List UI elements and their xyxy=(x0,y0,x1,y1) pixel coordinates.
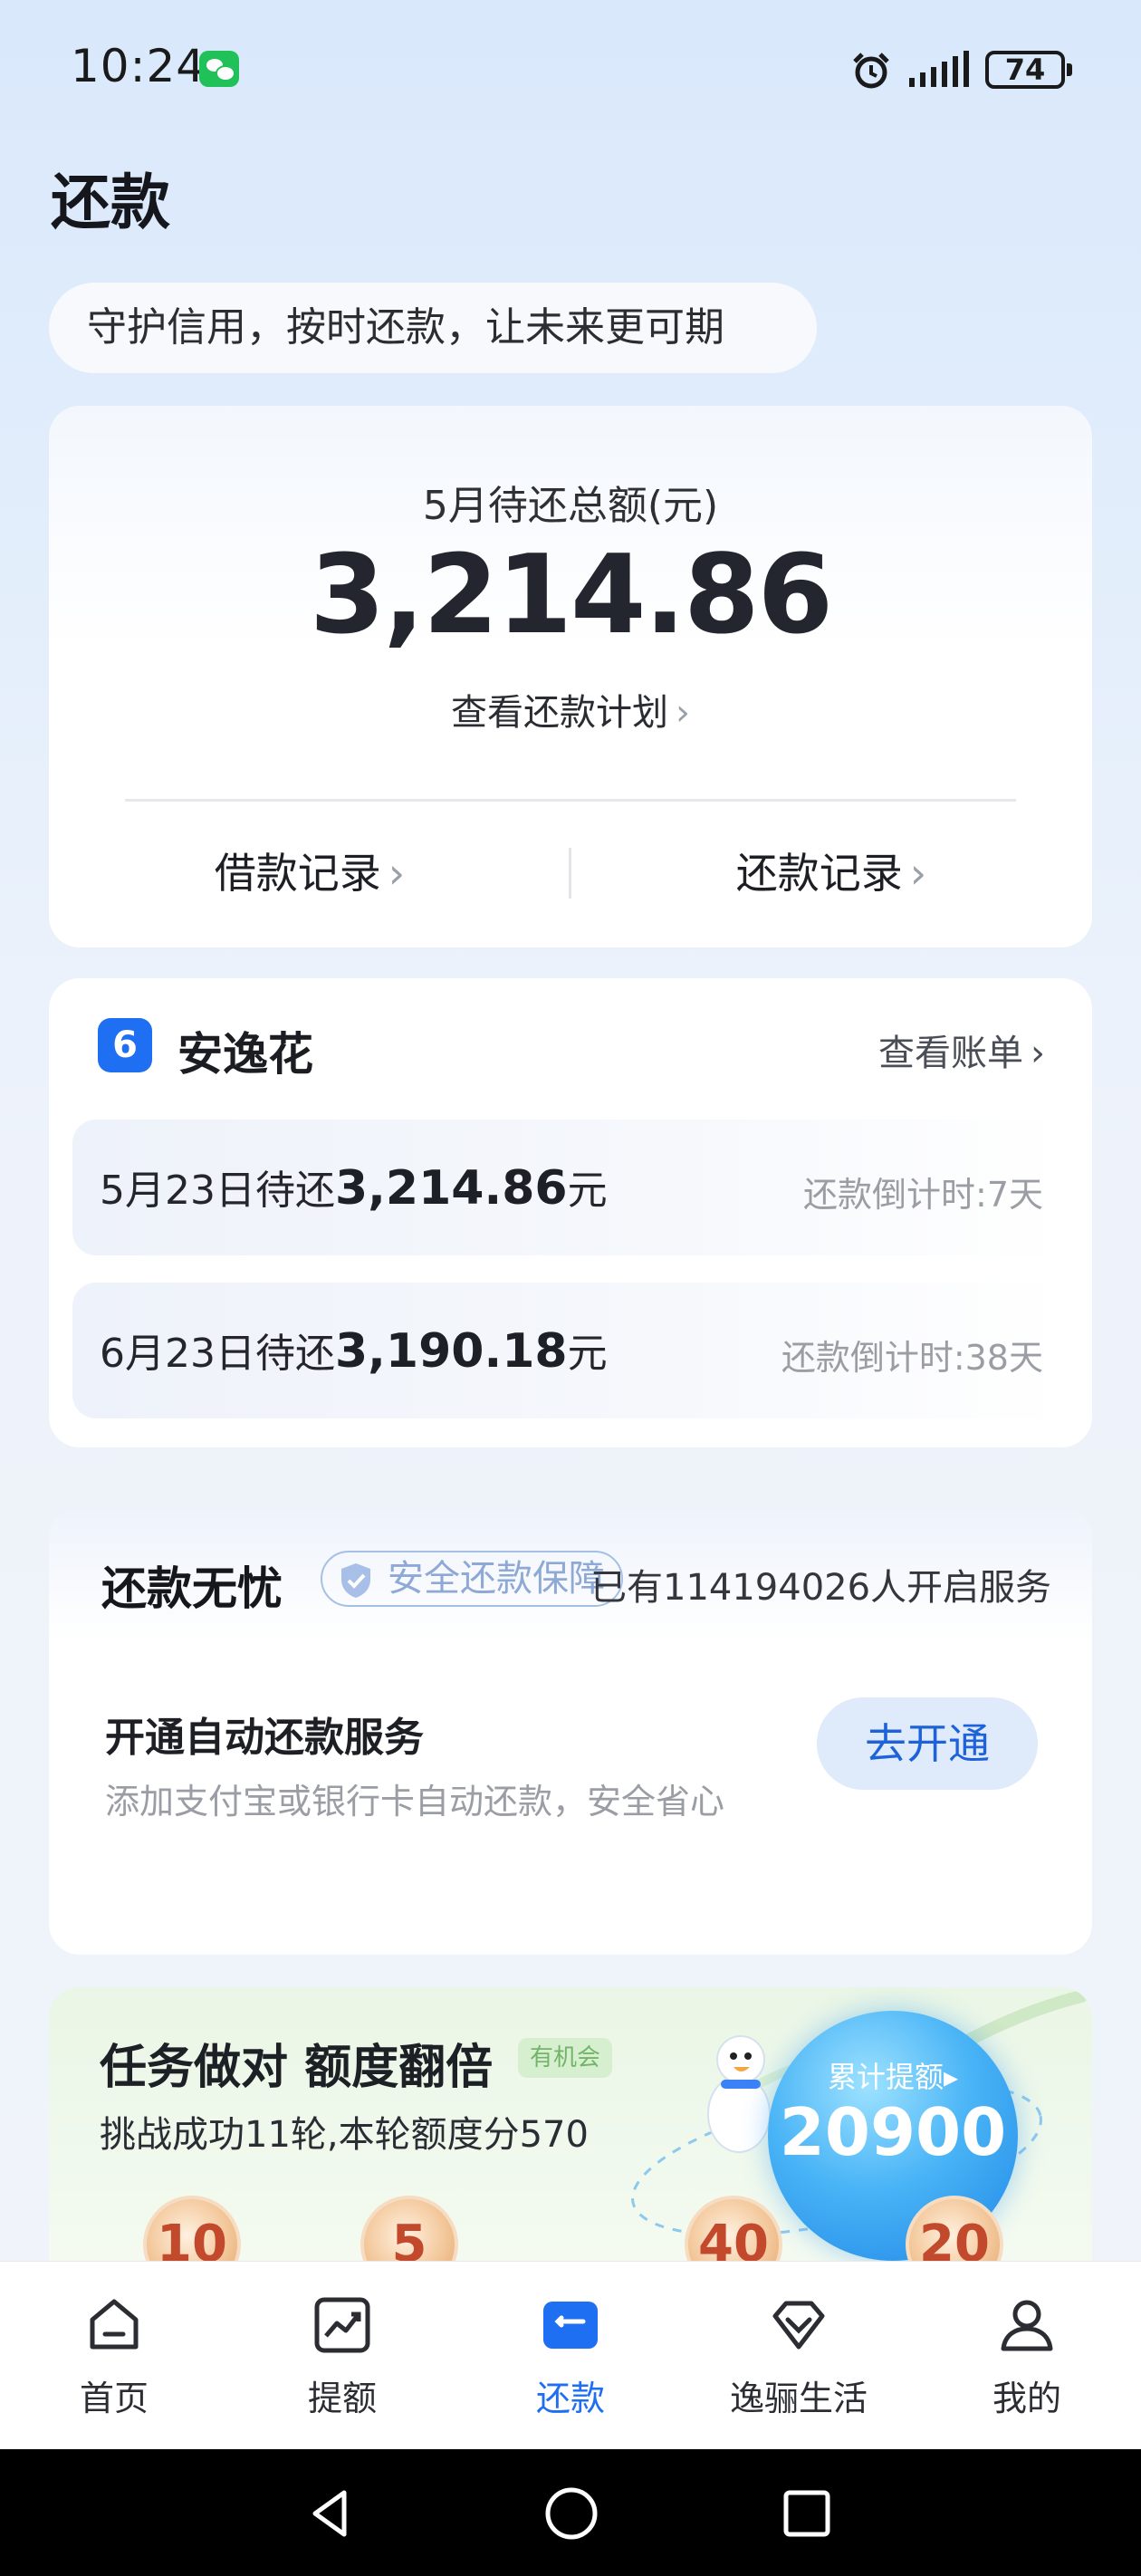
view-bill-link[interactable]: 查看账单 › xyxy=(878,1024,1045,1076)
due-unit: 元 xyxy=(567,1331,608,1377)
recents-square-icon[interactable] xyxy=(775,2482,839,2545)
divider xyxy=(125,799,1016,802)
alarm-icon xyxy=(853,53,889,89)
repayment-records-label: 还款记录 xyxy=(735,849,903,898)
tab-label: 还款 xyxy=(535,2379,605,2418)
worry-free-title: 还款无忧 xyxy=(101,1562,283,1615)
chevron-right-icon: › xyxy=(388,849,406,898)
shield-check-icon xyxy=(341,1563,370,1598)
tab-label: 提额 xyxy=(307,2379,377,2418)
tab-repayment[interactable]: 还款 xyxy=(456,2262,685,2450)
due-countdown: 还款倒计时:38天 xyxy=(781,1338,1043,1378)
repay-card-icon xyxy=(543,2302,598,2349)
chevron-right-icon: › xyxy=(1031,1033,1045,1074)
tab-home[interactable]: 首页 xyxy=(0,2262,228,2450)
tab-label: 首页 xyxy=(79,2379,149,2418)
due-unit: 元 xyxy=(567,1168,608,1214)
total-increase-value: 20900 xyxy=(779,2094,1007,2170)
due-text: 6月23日待还3,190.18元 xyxy=(100,1321,608,1379)
due-text: 5月23日待还3,214.86元 xyxy=(100,1158,608,1216)
chevron-right-icon: › xyxy=(909,849,927,898)
due-amount: 3,214.86 xyxy=(334,1161,568,1216)
view-repayment-plan-label: 查看还款计划 xyxy=(451,692,668,734)
repayment-records-link[interactable]: 还款记录 › xyxy=(570,841,1092,900)
chart-up-icon xyxy=(314,2297,370,2353)
total-due-amount: 3,214.86 xyxy=(309,533,833,658)
safety-guarantee-badge: 安全还款保障 xyxy=(321,1551,623,1607)
home-circle-icon[interactable] xyxy=(540,2482,603,2545)
person-icon xyxy=(1001,2300,1053,2351)
service-users-count: 已有114194026人开启服务 xyxy=(590,1567,1052,1609)
task-description: 挑战成功11轮,本轮额度分570 xyxy=(100,2114,589,2156)
page-title: 还款 xyxy=(51,168,170,237)
total-due-label: 5月待还总额(元) xyxy=(422,483,719,529)
tab-lifestyle[interactable]: 逸骊生活 xyxy=(685,2262,913,2450)
battery-indicator: 74 xyxy=(985,51,1072,89)
anyihua-card: 6 安逸花 查看账单 › 5月23日待还3,214.86元 还款倒计时:7天 6月… xyxy=(49,978,1092,1447)
view-repayment-plan-link[interactable]: 查看还款计划 › xyxy=(49,683,1092,735)
worry-free-card: 还款无忧 安全还款保障 已有114194026人开启服务 开通自动还款服务 添加… xyxy=(49,1507,1092,1955)
borrow-records-link[interactable]: 借款记录 › xyxy=(49,841,570,900)
due-countdown: 还款倒计时:7天 xyxy=(803,1175,1043,1215)
task-title: 任务做对 额度翻倍 xyxy=(100,2041,494,2095)
tab-label: 我的 xyxy=(992,2379,1061,2418)
status-time: 10:24 xyxy=(71,40,206,92)
due-date: 5月23日待还 xyxy=(100,1168,335,1214)
slogan-banner: 守护信用，按时还款，让未来更可期 xyxy=(49,283,817,373)
enable-auto-repay-button[interactable]: 去开通 xyxy=(817,1697,1038,1790)
due-item[interactable]: 5月23日待还3,214.86元 还款倒计时:7天 xyxy=(72,1120,1069,1255)
bottom-tab-bar: 首页 提额 还款 逸骊生活 我的 xyxy=(0,2261,1141,2449)
diamond-icon xyxy=(772,2301,825,2350)
borrow-records-label: 借款记录 xyxy=(214,849,381,898)
back-icon[interactable] xyxy=(299,2482,362,2545)
chevron-right-icon: › xyxy=(676,692,690,734)
due-date: 6月23日待还 xyxy=(100,1331,335,1377)
total-increase-label: 累计提额▸ xyxy=(827,2060,959,2094)
auto-repay-title: 开通自动还款服务 xyxy=(105,1715,424,1761)
view-bill-label: 查看账单 xyxy=(878,1033,1023,1074)
wechat-notification-icon xyxy=(199,51,239,87)
chance-tag: 有机会 xyxy=(518,2038,612,2078)
auto-repay-description: 添加支付宝或银行卡自动还款，安全省心 xyxy=(105,1782,725,1821)
tab-mine[interactable]: 我的 xyxy=(913,2262,1141,2450)
due-amount: 3,190.18 xyxy=(334,1324,568,1379)
due-item[interactable]: 6月23日待还3,190.18元 还款倒计时:38天 xyxy=(72,1283,1069,1418)
tab-increase-limit[interactable]: 提额 xyxy=(228,2262,456,2450)
tab-label: 逸骊生活 xyxy=(729,2379,868,2418)
anyihua-logo-icon: 6 xyxy=(98,1018,152,1072)
signal-icon xyxy=(909,51,969,87)
home-icon xyxy=(90,2299,139,2350)
anyihua-name: 安逸花 xyxy=(177,1028,313,1081)
system-navigation-bar xyxy=(0,2449,1141,2576)
repayment-summary-card: 5月待还总额(元) 3,214.86 查看还款计划 › 借款记录 › 还款记录 › xyxy=(49,406,1092,947)
safety-guarantee-label: 安全还款保障 xyxy=(388,1558,605,1600)
